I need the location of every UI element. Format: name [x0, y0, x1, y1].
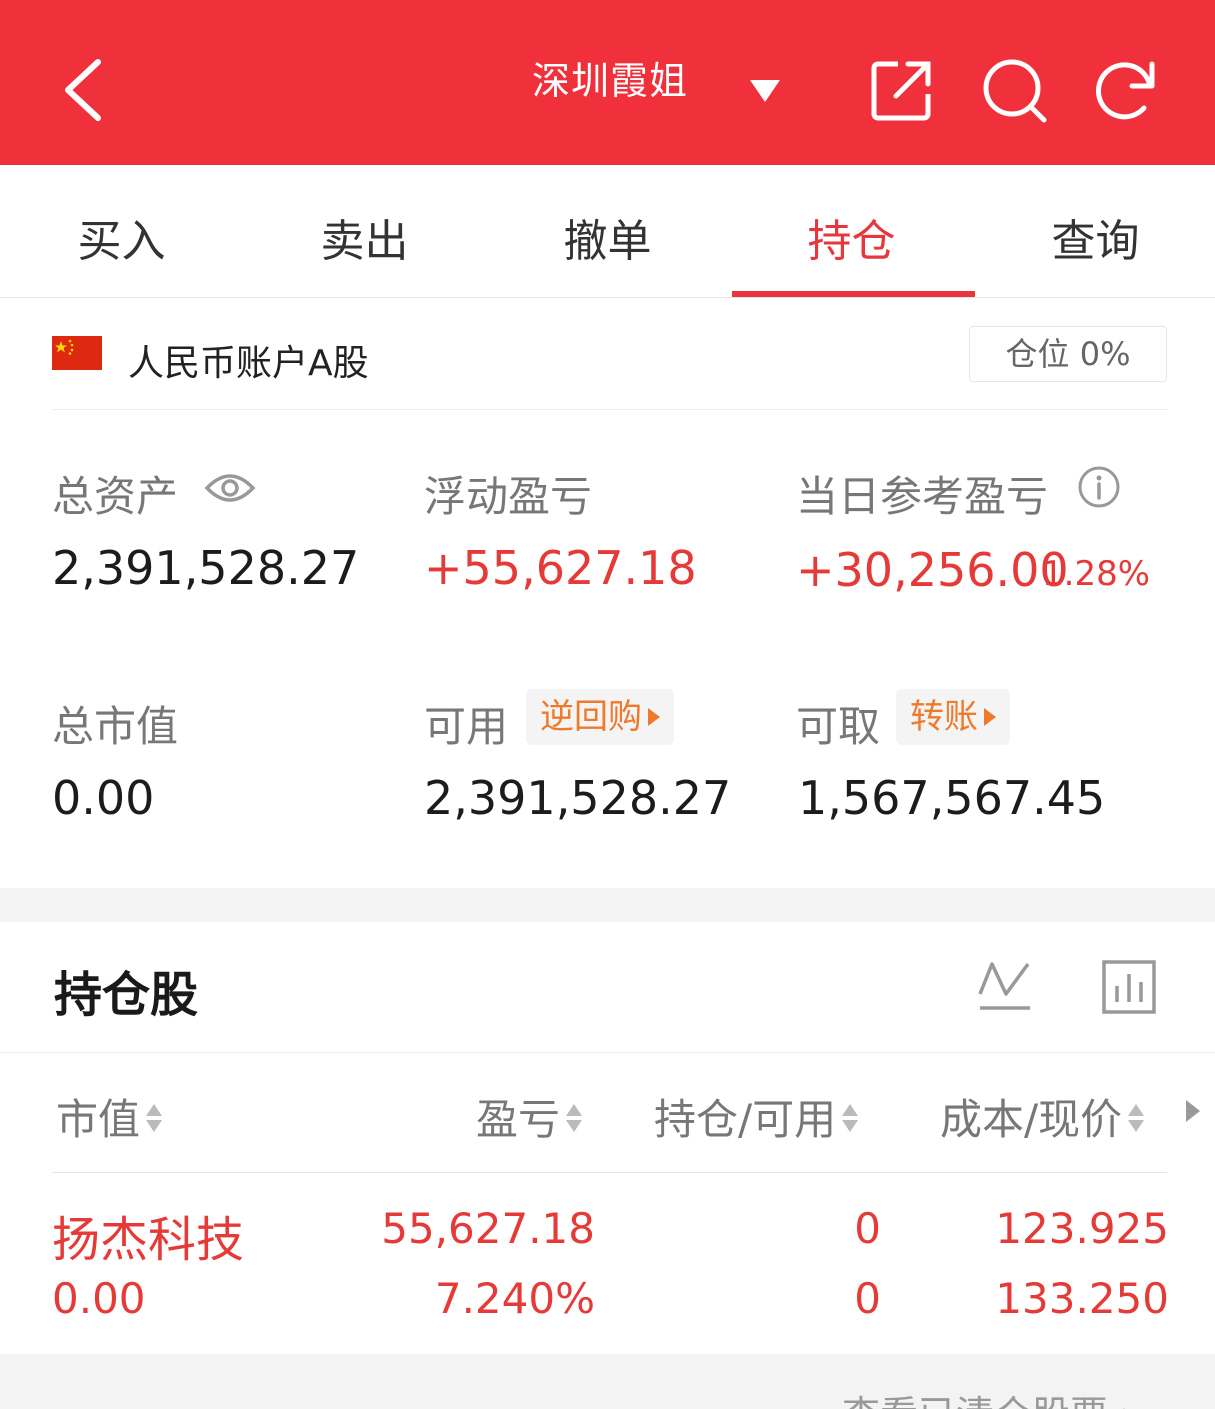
account-name[interactable]: 人民币账户A股 [128, 334, 369, 386]
dropdown-caret-icon[interactable] [748, 78, 782, 104]
reverse-repo-button[interactable]: 逆回购 [526, 689, 674, 745]
tab-cancel-order[interactable]: 撤单 [486, 205, 729, 269]
floating-pnl-label: 浮动盈亏 [424, 472, 593, 521]
play-arrow-icon [648, 708, 660, 726]
sort-icon [566, 1104, 583, 1132]
line-chart-icon[interactable] [976, 958, 1034, 1016]
play-arrow-icon [984, 708, 996, 726]
position-ratio-badge: 仓位 0% [969, 326, 1167, 382]
total-assets-label: 总资产 [52, 472, 179, 521]
market-value-value: 0.00 [52, 771, 155, 825]
available-label: 可用 [424, 702, 509, 751]
stock-market-value: 0.00 [52, 1274, 146, 1323]
footer-area: 查看已清仓股票 › [0, 1354, 1215, 1409]
stock-name: 扬杰科技 [52, 1212, 245, 1268]
tab-buy[interactable]: 买入 [0, 205, 243, 269]
eye-icon[interactable] [204, 470, 256, 506]
column-cost-price[interactable]: 成本/现价 [940, 1086, 1146, 1147]
view-cleared-stocks-link[interactable]: 查看已清仓股票 › [842, 1384, 1135, 1409]
column-label: 盈亏 [476, 1095, 561, 1144]
available-value: 2,391,528.27 [424, 771, 732, 825]
stock-cost: 123.925 [995, 1204, 1169, 1253]
account-title[interactable]: 深圳霞姐 [532, 50, 688, 105]
reverse-repo-label: 逆回购 [540, 697, 642, 737]
stock-available: 0 [854, 1274, 881, 1323]
scroll-right-icon[interactable] [1186, 1100, 1200, 1122]
divider [52, 1172, 1167, 1173]
column-position-available[interactable]: 持仓/可用 [654, 1086, 860, 1147]
china-flag-icon [52, 336, 102, 370]
total-assets-value: 2,391,528.27 [52, 541, 360, 595]
sort-icon [146, 1104, 163, 1132]
stock-pnl-percent: 7.240% [434, 1274, 595, 1323]
view-cleared-stocks-label: 查看已清仓股票 [842, 1393, 1108, 1409]
share-external-icon[interactable] [868, 56, 936, 124]
info-icon[interactable] [1077, 465, 1121, 509]
column-market-value[interactable]: 市值 [56, 1086, 164, 1147]
transfer-label: 转账 [910, 697, 978, 737]
column-label: 市值 [56, 1095, 141, 1144]
floating-pnl-value: +55,627.18 [424, 541, 697, 595]
position-label: 仓位 [1005, 335, 1070, 373]
stock-current-price: 133.250 [995, 1274, 1169, 1323]
column-label: 成本/现价 [940, 1095, 1123, 1144]
tab-sell[interactable]: 卖出 [243, 205, 486, 269]
refresh-icon[interactable] [1092, 56, 1160, 124]
section-divider [0, 888, 1215, 922]
chevron-right-icon: › [1120, 1393, 1135, 1409]
account-row: 人民币账户A股 仓位 0% [52, 326, 1167, 410]
transfer-button[interactable]: 转账 [896, 689, 1010, 745]
daily-pnl-percent: 1.28% [1042, 554, 1151, 594]
back-arrow-icon[interactable] [58, 58, 108, 122]
stock-pnl: 55,627.18 [381, 1204, 595, 1253]
column-label: 持仓/可用 [654, 1095, 837, 1144]
bar-chart-icon[interactable] [1100, 958, 1158, 1016]
top-bar: 深圳霞姐 [0, 0, 1215, 165]
divider [0, 1052, 1215, 1053]
holdings-title: 持仓股 [54, 967, 199, 1023]
market-value-label: 总市值 [52, 702, 179, 751]
tab-query[interactable]: 查询 [974, 205, 1215, 269]
active-tab-indicator [732, 291, 975, 297]
withdrawable-value: 1,567,567.45 [798, 771, 1106, 825]
column-pnl[interactable]: 盈亏 [476, 1086, 584, 1147]
withdrawable-label: 可取 [796, 702, 881, 751]
stock-position: 0 [854, 1204, 881, 1253]
sort-icon [1128, 1104, 1145, 1132]
sort-icon [842, 1104, 859, 1132]
daily-pnl-label: 当日参考盈亏 [796, 472, 1049, 521]
search-icon[interactable] [980, 56, 1048, 124]
daily-pnl-value: +30,256.00 [796, 543, 1069, 597]
trade-tabs: 买入 卖出 撤单 持仓 查询 [0, 165, 1215, 298]
tab-positions[interactable]: 持仓 [730, 205, 973, 269]
position-value: 0% [1079, 335, 1131, 373]
